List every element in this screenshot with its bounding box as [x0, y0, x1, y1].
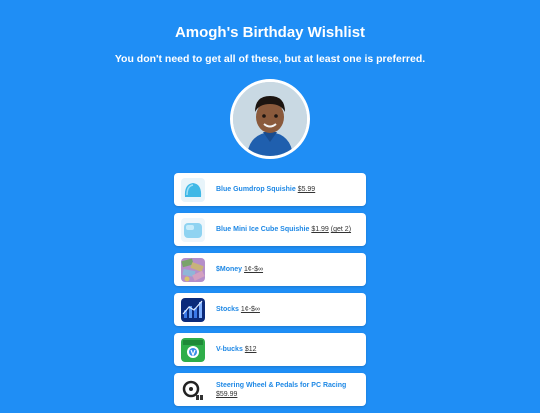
item-note: (get 2) [330, 226, 352, 233]
list-item[interactable]: V-bucks $12 [174, 333, 366, 366]
item-price[interactable]: $12 [245, 346, 257, 353]
money-icon [181, 257, 205, 282]
list-item[interactable]: Steering Wheel & Pedals for PC Racing $5… [174, 373, 366, 406]
list-item[interactable]: Stocks 1¢-$∞ [174, 293, 366, 326]
list-item[interactable]: Blue Mini Ice Cube Squishie $1.99 (get 2… [174, 213, 366, 246]
list-item[interactable]: $Money 1¢-$∞ [174, 253, 366, 286]
item-price[interactable]: 1¢-$∞ [241, 306, 260, 313]
item-name: Blue Mini Ice Cube Squishie [216, 226, 310, 233]
page-title: Amogh's Birthday Wishlist [174, 24, 366, 41]
steering-wheel-icon [181, 377, 205, 402]
avatar-photo-icon [233, 82, 307, 156]
item-name: $Money [216, 266, 243, 273]
page-subtitle: You don't need to get all of these, but … [114, 53, 426, 65]
item-price[interactable]: $5.99 [298, 186, 316, 193]
vbucks-card-icon [181, 337, 205, 362]
wishlist: Blue Gumdrop Squishie $5.99 Blue Mini Ic… [174, 173, 366, 413]
item-name: Stocks [216, 306, 239, 313]
item-name: Blue Gumdrop Squishie [216, 186, 296, 193]
ice-cube-squishie-icon [181, 217, 205, 242]
stocks-icon [181, 297, 205, 322]
item-name: V-bucks [216, 346, 243, 353]
item-price[interactable]: $1.99 [311, 226, 329, 233]
avatar [230, 79, 310, 159]
blue-gumdrop-squishie-icon [181, 177, 205, 202]
item-price[interactable]: 1¢-$∞ [244, 266, 263, 273]
item-price[interactable]: $59.99 [216, 391, 237, 398]
list-item[interactable]: Blue Gumdrop Squishie $5.99 [174, 173, 366, 206]
item-name: Steering Wheel & Pedals for PC Racing [216, 381, 347, 389]
